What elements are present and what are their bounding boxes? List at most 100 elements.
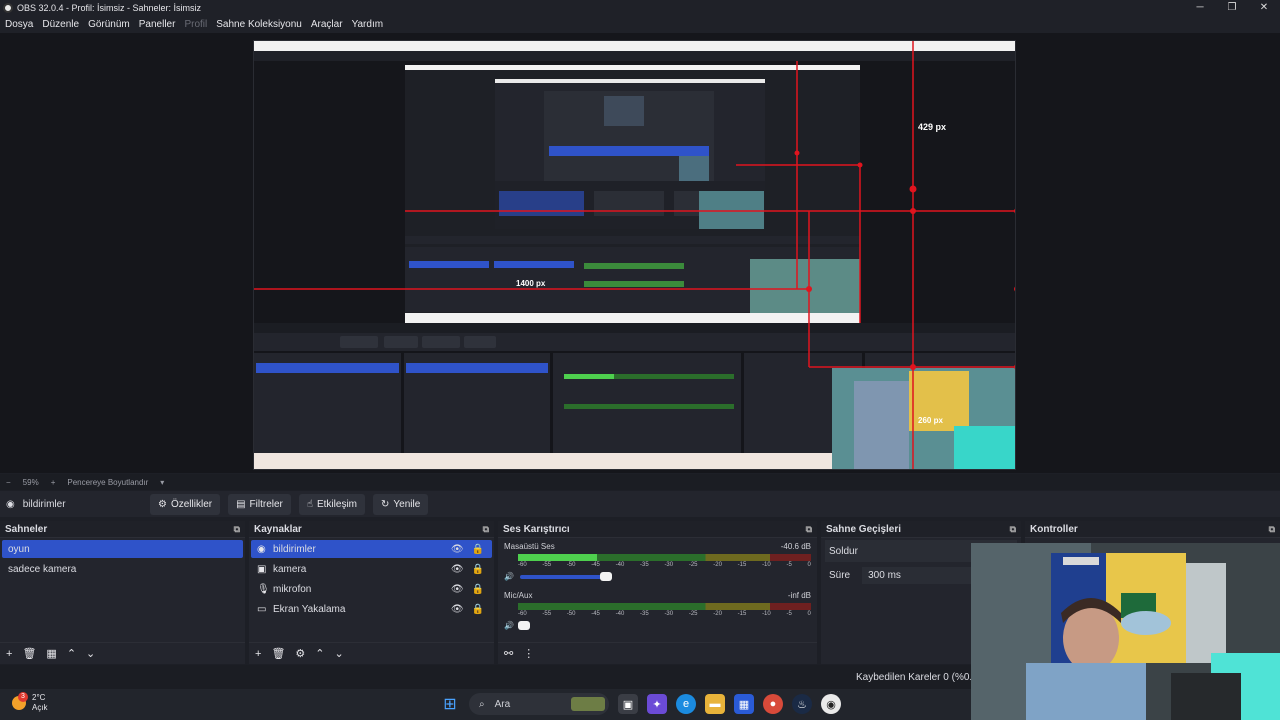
eye-icon[interactable]: 👁 [451,564,464,575]
sources-header: Kaynaklar ⧉ [249,521,494,538]
move-up-icon[interactable]: ⌃ [67,647,76,660]
undock-icon[interactable]: ⧉ [1010,524,1016,535]
windows-start-icon[interactable]: ⊞ [440,694,460,714]
scale-tick: -55 [542,611,552,617]
volume-meter [518,603,811,610]
eye-icon[interactable]: 👁 [451,604,464,615]
scene-item-oyun[interactable]: oyun [2,540,243,558]
source-item-mikrofon[interactable]: 🎙 mikrofon 👁 🔒 [251,580,492,598]
menu-docks[interactable]: Paneller [139,19,176,30]
lock-icon[interactable]: 🔒 [472,564,484,575]
zoom-in-icon[interactable]: + [51,478,56,487]
dropped-frames: Kaybedilen Kareler 0 (%0.0) [856,672,982,683]
scale-tick: -25 [688,562,698,568]
weather-widget[interactable]: 3 2°C Açık [12,692,48,713]
link-icon[interactable]: ⚯ [504,647,513,660]
menu-help[interactable]: Yardım [352,19,384,30]
trash-icon[interactable]: 🗑 [271,647,285,660]
zoom-level[interactable]: 59% [23,478,39,487]
lock-icon[interactable]: 🔒 [472,604,484,615]
scene-item-sadece-kamera[interactable]: sadece kamera [2,560,243,578]
scale-tick: -30 [664,562,674,568]
scene-filters-icon[interactable]: ▦ [46,647,56,660]
copilot-icon[interactable]: ✦ [647,694,667,714]
move-up-icon[interactable]: ⌃ [315,647,324,660]
store-icon[interactable]: ▦ [734,694,754,714]
move-down-icon[interactable]: ⌄ [86,647,95,660]
eye-icon[interactable]: 👁 [451,544,464,555]
source-item-kamera[interactable]: ▣ kamera 👁 🔒 [251,560,492,578]
lock-icon[interactable]: 🔒 [472,544,484,555]
microphone-icon: 🎙 [257,583,270,595]
trash-icon[interactable]: 🗑 [22,647,36,660]
speaker-icon[interactable]: 🔊 [504,621,514,630]
menu-profile[interactable]: Profil [184,19,207,30]
properties-button[interactable]: ⚙ Özellikler [150,493,221,515]
source-label: mikrofon [273,583,312,595]
scale-tick: -60 [518,562,527,568]
menu-file[interactable]: Dosya [5,19,33,30]
menu-scene-collection[interactable]: Sahne Koleksiyonu [216,19,302,30]
source-item-ekran-yakalama[interactable]: ▭ Ekran Yakalama 👁 🔒 [251,600,492,618]
menu-view[interactable]: Görünüm [88,19,130,30]
source-item-bildirimler[interactable]: ◉ bildirimler 👁 🔒 [251,540,492,558]
scale-tick: -30 [664,611,674,617]
undock-icon[interactable]: ⧉ [1269,524,1275,535]
program-preview[interactable]: 429 px 1400 px 260 px [253,40,1016,470]
scale-dropdown-icon[interactable]: ▾ [160,478,164,487]
add-icon[interactable]: + [255,648,261,660]
undock-icon[interactable]: ⧉ [483,524,489,535]
speaker-icon[interactable]: 🔊 [504,572,514,581]
eye-icon[interactable]: 👁 [451,584,464,595]
add-icon[interactable]: + [6,648,12,660]
title-bar: OBS 32.0.4 - Profil: İsimsiz - Sahneler:… [0,0,1280,15]
steam-icon[interactable]: ♨ [792,694,812,714]
volume-slider[interactable] [517,620,530,630]
task-view-icon[interactable]: ▣ [618,694,638,714]
scenes-dock: Sahneler ⧉ oyun sadece kamera + 🗑 ▦ ⌃ ⌄ [0,521,245,664]
scale-tick: 0 [807,562,811,568]
filters-button[interactable]: ▤ Filtreler [228,493,291,515]
minimize-button[interactable]: ─ [1184,0,1216,15]
interact-button[interactable]: ☝ Etkileşim [298,493,365,515]
globe-icon: ◉ [6,498,15,510]
zoom-bar: − 59% + Pencereye Boyutlandır ▾ [0,474,1280,490]
undock-icon[interactable]: ⧉ [806,524,812,535]
sources-footer: + 🗑 ⚙ ⌃ ⌄ [249,642,494,664]
track-name: Mic/Aux [504,591,533,600]
temperature: 2°C [32,693,46,702]
close-button[interactable]: ✕ [1248,0,1280,15]
scale-tick: -40 [615,562,625,568]
volume-slider[interactable] [519,571,612,581]
source-label: bildirimler [273,543,316,555]
transitions-title: Sahne Geçişleri [826,523,902,535]
zoom-out-icon[interactable]: − [6,478,11,487]
gear-icon[interactable]: ⚙ [295,647,305,660]
scale-tick: -15 [737,562,747,568]
undock-icon[interactable]: ⧉ [234,524,240,535]
edge-icon[interactable]: e [676,694,696,714]
lock-icon[interactable]: 🔒 [472,584,484,595]
sources-list: ◉ bildirimler 👁 🔒 ▣ kamera 👁 🔒 🎙 mikrofon … [249,538,494,622]
taskbar-search[interactable]: ⌕ Ara [469,693,609,715]
volume-knob[interactable] [517,620,530,630]
more-icon[interactable]: ⋮ [523,647,534,660]
scale-tick: -35 [640,562,649,568]
move-down-icon[interactable]: ⌄ [335,647,344,660]
obs-icon[interactable]: ◉ [821,694,841,714]
menu-tools[interactable]: Araçlar [311,19,343,30]
source-label: Ekran Yakalama [273,603,346,615]
file-explorer-icon[interactable]: ▬ [705,694,725,714]
scale-mode[interactable]: Pencereye Boyutlandır [67,478,148,487]
scale-tick: -45 [591,611,600,617]
volume-knob[interactable] [599,571,612,581]
scale-tick: -10 [762,611,771,617]
menu-edit[interactable]: Düzenle [42,19,79,30]
refresh-button[interactable]: ↻ Yenile [373,493,429,515]
chrome-icon[interactable]: ● [763,694,783,714]
taskbar-apps: ⊞ ⌕ Ara ▣ ✦ e ▬ ▦ ● ♨ ◉ [440,693,841,715]
maximize-button[interactable]: ❐ [1216,0,1248,15]
sun-icon: 3 [12,692,28,710]
scale-tick: -45 [591,562,600,568]
window-controls: ─ ❐ ✕ [1184,0,1280,15]
